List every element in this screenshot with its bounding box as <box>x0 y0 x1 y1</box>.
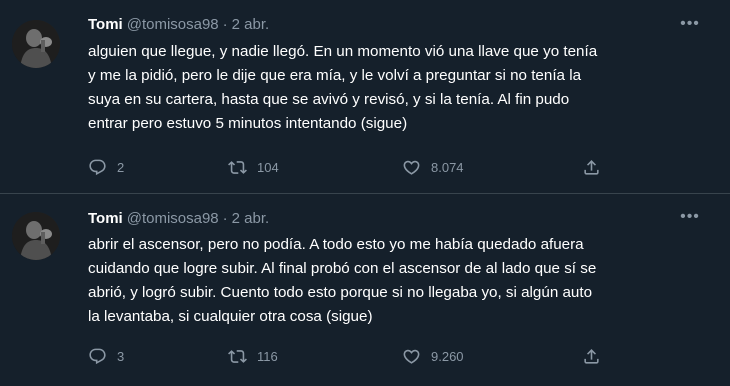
share-button[interactable] <box>582 155 601 179</box>
like-button[interactable]: 8.074 <box>402 155 464 179</box>
separator-dot: · <box>222 16 228 33</box>
heart-icon <box>403 349 420 364</box>
more-options-icon[interactable]: ••• <box>676 14 704 34</box>
like-button[interactable]: 9.260 <box>402 344 464 368</box>
retweet-icon <box>228 349 247 363</box>
retweet-icon <box>228 160 247 174</box>
tweet[interactable]: Tomi @tomisosa98 · 2 abr. ••• alguien que l… <box>0 0 730 193</box>
avatar[interactable] <box>12 20 60 68</box>
user-handle[interactable]: @tomisosa98 <box>127 210 219 227</box>
tweet-header: Tomi @tomisosa98 · 2 abr. <box>88 14 269 36</box>
tweet-actions: 2 104 8.074 <box>88 155 608 179</box>
tweet-actions: 3 116 9.260 <box>88 344 608 368</box>
reply-button[interactable]: 3 <box>88 344 124 368</box>
heart-icon <box>403 160 420 175</box>
display-name[interactable]: Tomi <box>88 210 123 227</box>
share-icon <box>584 348 599 364</box>
tweet[interactable]: Tomi @tomisosa98 · 2 abr. ••• abrir el asce… <box>0 193 730 386</box>
tweet-text: abrir el ascensor, pero no podía. A todo… <box>88 236 597 325</box>
more-options-icon[interactable]: ••• <box>676 207 704 227</box>
like-count: 8.074 <box>431 159 464 175</box>
tweet-text: alguien que llegue, y nadie llegó. En un… <box>88 43 598 132</box>
tweet-header: Tomi @tomisosa98 · 2 abr. <box>88 208 269 230</box>
retweet-count: 116 <box>257 348 278 364</box>
retweet-button[interactable]: 104 <box>228 155 279 179</box>
retweet-count: 104 <box>257 159 279 175</box>
reply-count: 2 <box>117 159 125 175</box>
display-name[interactable]: Tomi <box>88 16 123 33</box>
reply-icon <box>89 159 106 175</box>
reply-count: 3 <box>117 348 125 364</box>
like-count: 9.260 <box>431 348 464 364</box>
user-handle[interactable]: @tomisosa98 <box>127 16 219 33</box>
separator-dot: · <box>222 210 228 227</box>
reply-icon <box>89 348 106 364</box>
reply-button[interactable]: 2 <box>88 155 124 179</box>
tweet-date[interactable]: 2 abr. <box>232 16 270 33</box>
share-icon <box>584 159 599 175</box>
avatar[interactable] <box>12 212 60 260</box>
share-button[interactable] <box>582 344 601 368</box>
tweet-date[interactable]: 2 abr. <box>232 210 270 227</box>
retweet-button[interactable]: 116 <box>228 344 278 368</box>
